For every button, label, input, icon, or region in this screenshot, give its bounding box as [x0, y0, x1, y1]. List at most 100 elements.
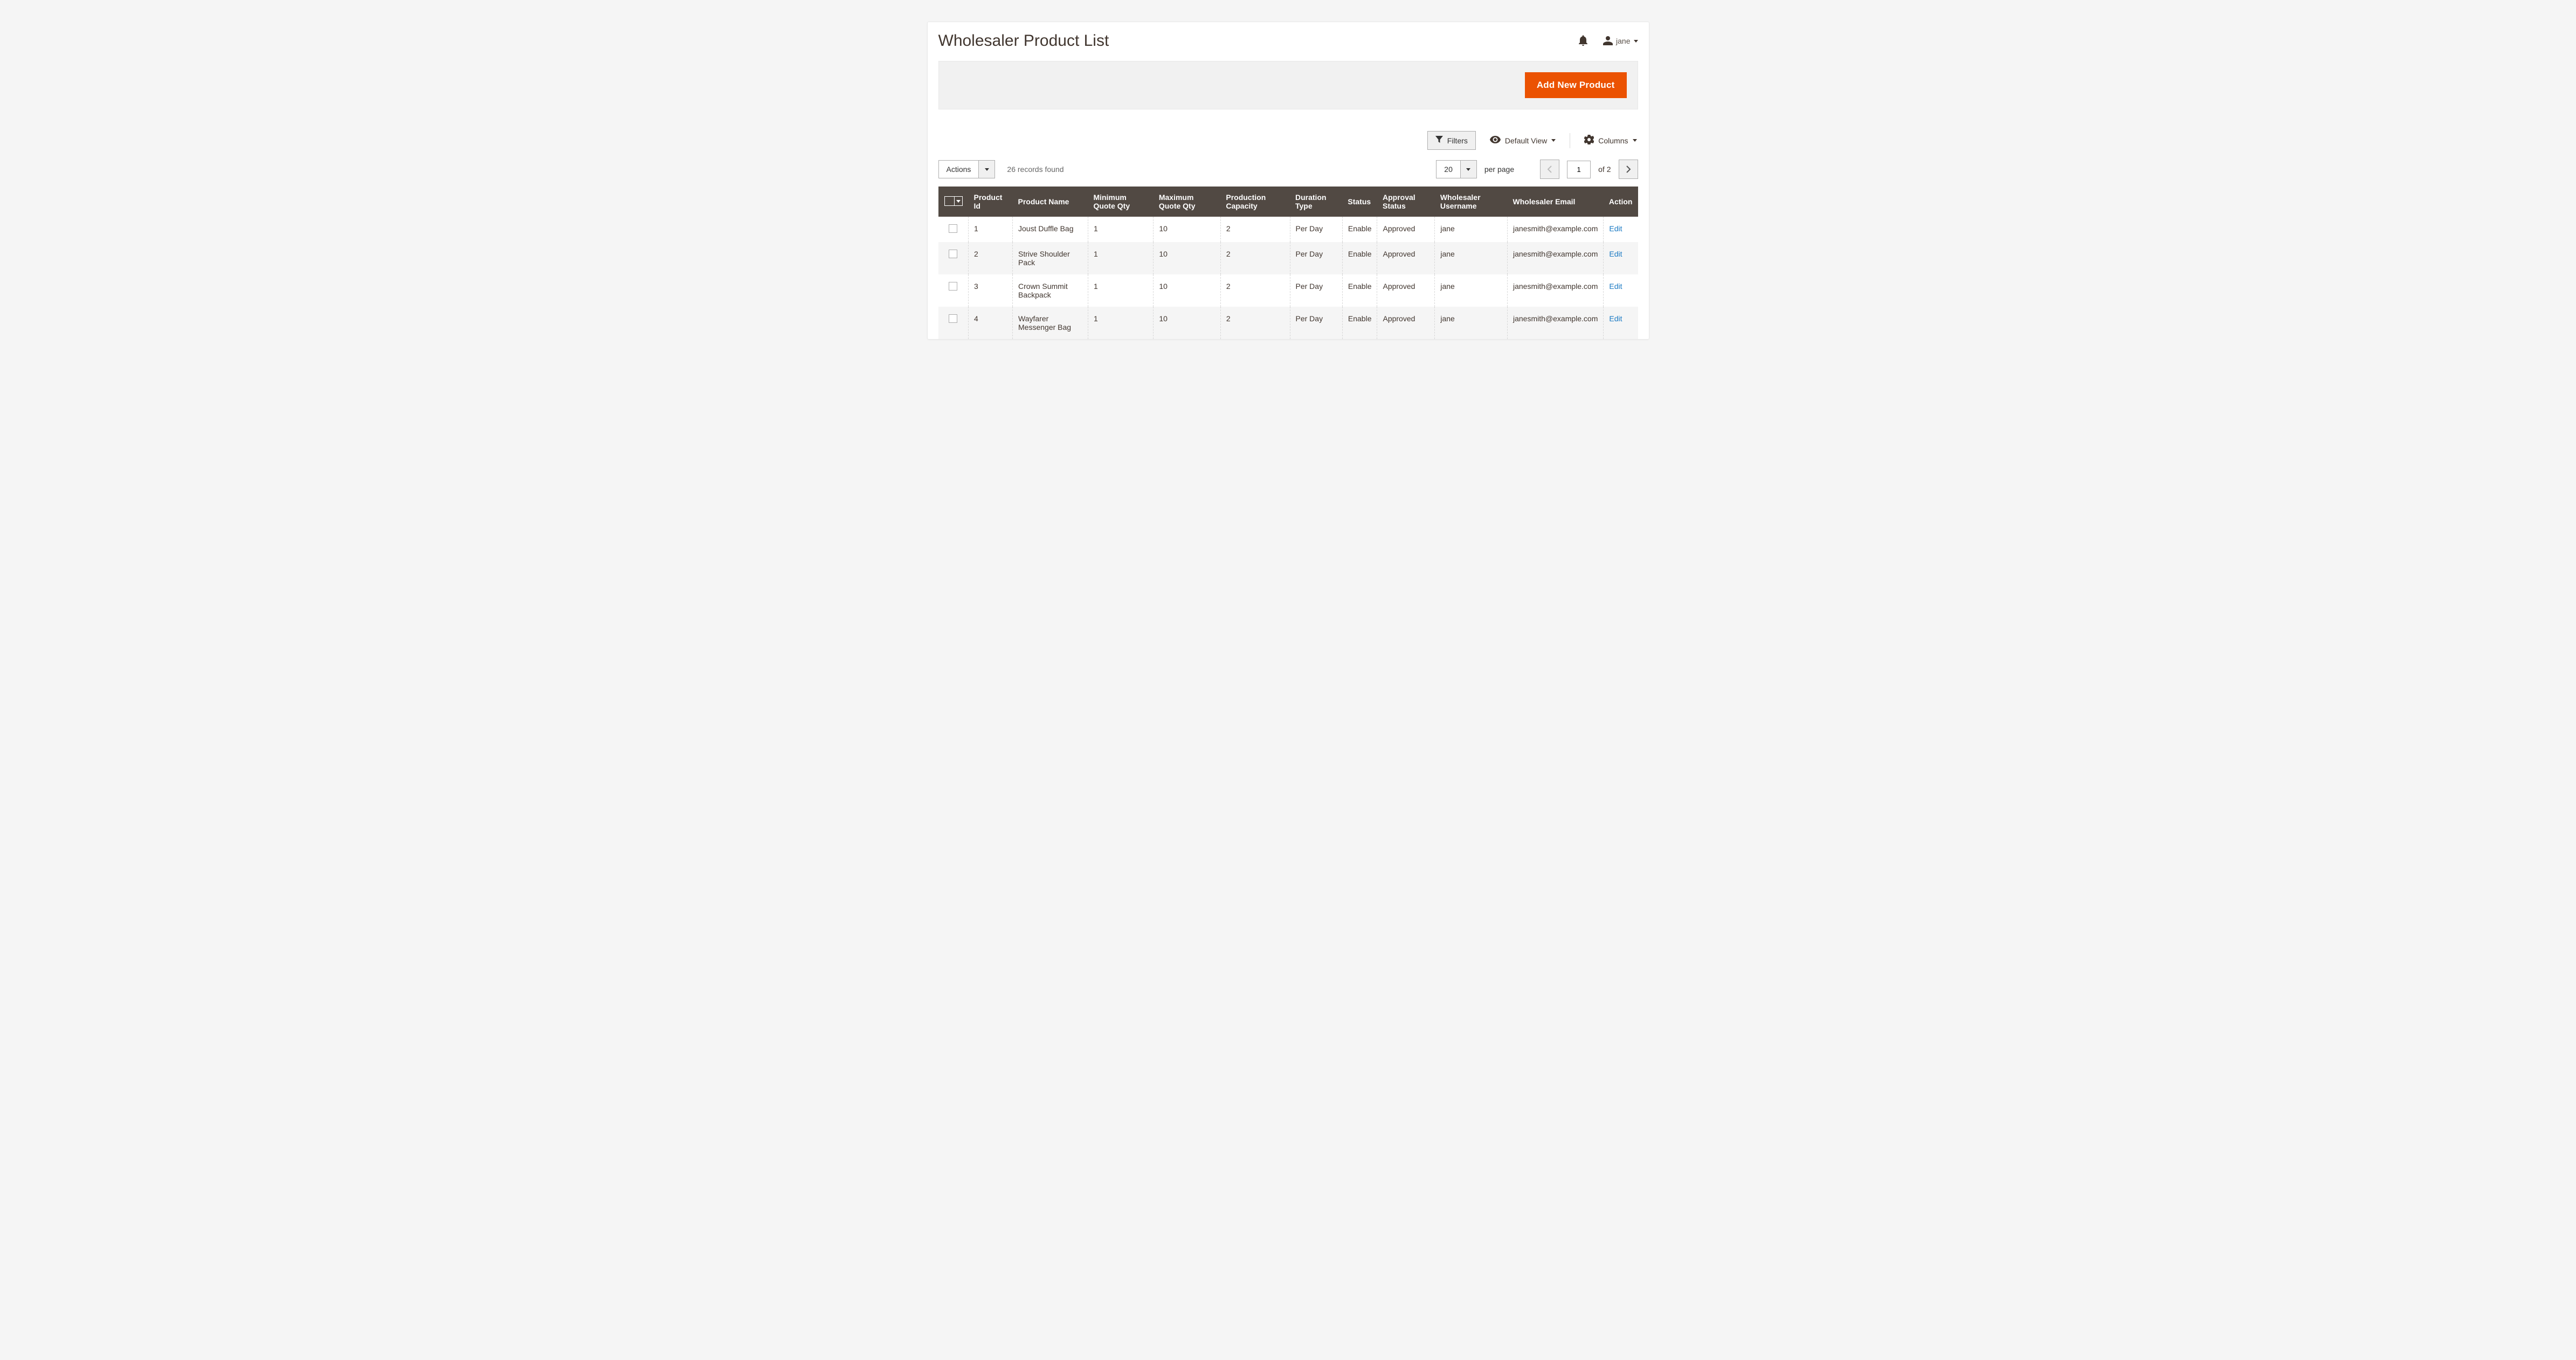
- cell-ws-username: jane: [1435, 274, 1508, 307]
- col-production-capacity[interactable]: Production Capacity: [1220, 187, 1290, 217]
- cell-product-id: 3: [969, 274, 1013, 307]
- cell-duration-type: Per Day: [1290, 242, 1342, 274]
- page-number-input[interactable]: [1567, 161, 1591, 178]
- records-found: 26 records found: [1007, 165, 1063, 174]
- cell-product-name: Strive Shoulder Pack: [1013, 242, 1088, 274]
- page-title: Wholesaler Product List: [938, 32, 1109, 50]
- table-row: 3Crown Summit Backpack1102Per DayEnableA…: [938, 274, 1638, 307]
- cell-prod-capacity: 2: [1220, 307, 1290, 339]
- chevron-down-icon: [955, 200, 962, 203]
- page-size-select[interactable]: 20: [1436, 160, 1477, 178]
- col-approval-status[interactable]: Approval Status: [1377, 187, 1435, 217]
- chevron-down-icon: [1633, 139, 1637, 142]
- primary-toolbar: Add New Product: [938, 61, 1638, 109]
- chevron-down-icon: [985, 168, 989, 171]
- col-duration-type[interactable]: Duration Type: [1290, 187, 1342, 217]
- table-row: 2Strive Shoulder Pack1102Per DayEnableAp…: [938, 242, 1638, 274]
- user-menu[interactable]: jane: [1603, 36, 1638, 47]
- filters-button[interactable]: Filters: [1427, 131, 1476, 150]
- chevron-down-icon: [1634, 40, 1638, 43]
- cell-product-name: Crown Summit Backpack: [1013, 274, 1088, 307]
- cell-min-qty: 1: [1088, 274, 1153, 307]
- cell-prod-capacity: 2: [1220, 242, 1290, 274]
- actions-label: Actions: [939, 161, 979, 178]
- checkbox-icon: [945, 197, 955, 205]
- actions-caret[interactable]: [978, 161, 995, 178]
- col-product-id[interactable]: Product Id: [969, 187, 1013, 217]
- row-checkbox[interactable]: [949, 314, 957, 323]
- cell-ws-username: jane: [1435, 242, 1508, 274]
- table-row: 1Joust Duffle Bag1102Per DayEnableApprov…: [938, 217, 1638, 242]
- cell-status: Enable: [1342, 217, 1377, 242]
- username-label: jane: [1616, 37, 1630, 45]
- cell-ws-email: janesmith@example.com: [1508, 307, 1604, 339]
- cell-duration-type: Per Day: [1290, 274, 1342, 307]
- gear-icon: [1584, 135, 1594, 146]
- cell-min-qty: 1: [1088, 307, 1153, 339]
- col-wholesaler-email[interactable]: Wholesaler Email: [1508, 187, 1604, 217]
- col-min-qty[interactable]: Minimum Quote Qty: [1088, 187, 1153, 217]
- cell-product-id: 1: [969, 217, 1013, 242]
- page-size-caret[interactable]: [1460, 161, 1476, 178]
- edit-link[interactable]: Edit: [1609, 282, 1622, 291]
- cell-duration-type: Per Day: [1290, 307, 1342, 339]
- page-size-value: 20: [1437, 161, 1460, 178]
- cell-prod-capacity: 2: [1220, 274, 1290, 307]
- edit-link[interactable]: Edit: [1609, 224, 1622, 233]
- add-new-product-button[interactable]: Add New Product: [1525, 72, 1627, 98]
- page-prev-button[interactable]: [1540, 160, 1559, 179]
- cell-max-qty: 10: [1154, 217, 1221, 242]
- eye-icon: [1490, 136, 1501, 145]
- row-checkbox[interactable]: [949, 282, 957, 291]
- cell-min-qty: 1: [1088, 217, 1153, 242]
- edit-link[interactable]: Edit: [1609, 314, 1622, 323]
- page-next-button[interactable]: [1619, 160, 1638, 179]
- funnel-icon: [1435, 136, 1443, 145]
- cell-max-qty: 10: [1154, 307, 1221, 339]
- columns-label: Columns: [1598, 136, 1628, 145]
- cell-ws-email: janesmith@example.com: [1508, 274, 1604, 307]
- default-view-control[interactable]: Default View: [1489, 134, 1557, 147]
- col-product-name[interactable]: Product Name: [1013, 187, 1088, 217]
- notifications-icon[interactable]: [1578, 35, 1588, 47]
- cell-product-id: 4: [969, 307, 1013, 339]
- chevron-down-icon: [1466, 168, 1470, 171]
- cell-min-qty: 1: [1088, 242, 1153, 274]
- col-wholesaler-username[interactable]: Wholesaler Username: [1435, 187, 1508, 217]
- row-checkbox[interactable]: [949, 224, 957, 233]
- col-action[interactable]: Action: [1604, 187, 1638, 217]
- cell-product-name: Wayfarer Messenger Bag: [1013, 307, 1088, 339]
- cell-approval-status: Approved: [1377, 274, 1435, 307]
- cell-ws-username: jane: [1435, 307, 1508, 339]
- cell-product-name: Joust Duffle Bag: [1013, 217, 1088, 242]
- col-status[interactable]: Status: [1342, 187, 1377, 217]
- chevron-down-icon: [1551, 139, 1556, 142]
- filters-label: Filters: [1447, 136, 1468, 145]
- edit-link[interactable]: Edit: [1609, 250, 1622, 258]
- user-icon: [1603, 36, 1613, 47]
- cell-status: Enable: [1342, 242, 1377, 274]
- cell-product-id: 2: [969, 242, 1013, 274]
- row-checkbox[interactable]: [949, 250, 957, 258]
- select-all-header[interactable]: [938, 187, 969, 217]
- cell-status: Enable: [1342, 274, 1377, 307]
- cell-max-qty: 10: [1154, 274, 1221, 307]
- cell-ws-username: jane: [1435, 217, 1508, 242]
- cell-duration-type: Per Day: [1290, 217, 1342, 242]
- columns-control[interactable]: Columns: [1583, 133, 1638, 148]
- cell-approval-status: Approved: [1377, 307, 1435, 339]
- cell-ws-email: janesmith@example.com: [1508, 217, 1604, 242]
- page-of-label: of 2: [1598, 165, 1611, 174]
- cell-prod-capacity: 2: [1220, 217, 1290, 242]
- col-max-qty[interactable]: Maximum Quote Qty: [1154, 187, 1221, 217]
- per-page-label: per page: [1484, 165, 1514, 174]
- select-all-control[interactable]: [944, 196, 963, 206]
- cell-approval-status: Approved: [1377, 242, 1435, 274]
- table-row: 4Wayfarer Messenger Bag1102Per DayEnable…: [938, 307, 1638, 339]
- table-header-row: Product Id Product Name Minimum Quote Qt…: [938, 187, 1638, 217]
- cell-max-qty: 10: [1154, 242, 1221, 274]
- cell-ws-email: janesmith@example.com: [1508, 242, 1604, 274]
- cell-approval-status: Approved: [1377, 217, 1435, 242]
- actions-select[interactable]: Actions: [938, 160, 996, 178]
- cell-status: Enable: [1342, 307, 1377, 339]
